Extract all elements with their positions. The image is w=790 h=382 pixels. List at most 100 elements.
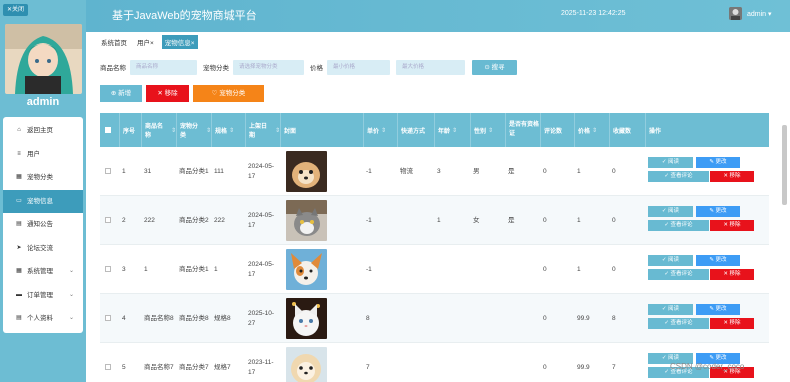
row-checkbox[interactable]: [105, 315, 111, 321]
menu-label: 论坛交流: [27, 244, 53, 252]
menu-item-pet-category[interactable]: ▦ 宠物分类: [3, 166, 83, 190]
tab-home[interactable]: 系统首页: [99, 35, 129, 49]
edit-button[interactable]: ✎ 更改: [696, 255, 740, 266]
cell-no: 3: [122, 265, 126, 273]
header-label: 快递方式: [401, 128, 426, 135]
add-button[interactable]: ⊕ 新增: [100, 85, 142, 102]
cell-price: 99.9: [577, 363, 590, 371]
cell-sex: [470, 343, 505, 382]
category-label: 宠物分类: [203, 65, 229, 72]
edit-button[interactable]: ✎ 更改: [696, 206, 740, 217]
pet-cover-image: [286, 151, 327, 192]
search-button[interactable]: ⊙ 搜寻: [472, 59, 517, 75]
view-comments-button[interactable]: ✓ 查看评论: [648, 269, 709, 280]
cell-cert: 是: [508, 216, 515, 224]
header-label: 商品名称: [145, 124, 164, 139]
table-row[interactable]: 4 商品名称8 商品分类8 规格8 2025-10-27 8 0 99.9 8 …: [100, 294, 769, 343]
chevron-down-icon: ⌄: [68, 291, 74, 298]
menu-item-home[interactable]: ⌂ 返回主页: [3, 119, 83, 143]
cell-cert: [505, 294, 540, 343]
menu-item-notice[interactable]: ▤ 通知公告: [3, 213, 83, 237]
row-checkbox[interactable]: [105, 266, 111, 272]
user-name: admin: [747, 11, 767, 18]
header-shipping[interactable]: 快递方式: [397, 113, 434, 147]
cell-date: 2024-05-17: [248, 260, 275, 278]
row-checkbox[interactable]: [105, 168, 111, 174]
cell-favorites: 8: [612, 314, 616, 322]
remove-button[interactable]: ✕ 移除: [710, 269, 754, 280]
view-button[interactable]: ✓ 阅读: [648, 255, 693, 266]
header-cert[interactable]: 是否有资格证: [505, 113, 540, 147]
cell-unit: -1: [366, 265, 372, 273]
name-input[interactable]: 商品名称: [130, 59, 197, 75]
header-unit[interactable]: 单价 ⇕: [363, 113, 397, 147]
table-row[interactable]: 2 222 商品分类2 222 2024-05-17 -1 1 女 是 0 1 …: [100, 196, 769, 245]
header-spec[interactable]: 规格 ⇕: [211, 113, 245, 147]
view-button[interactable]: ✓ 阅读: [648, 157, 693, 168]
header-age[interactable]: 年龄 ⇕: [434, 113, 470, 147]
menu-item-orders[interactable]: ▬ 订单管理 ⌄: [3, 284, 83, 308]
cell-price: 1: [577, 216, 581, 224]
edit-button[interactable]: ✎ 更改: [696, 304, 740, 315]
menu-item-forum[interactable]: ➤ 论坛交流: [3, 237, 83, 261]
row-checkbox[interactable]: [105, 364, 111, 370]
header-label: 宠物分类: [180, 124, 199, 139]
cell-sex: [470, 294, 505, 343]
tab-users[interactable]: 用户×: [135, 35, 156, 49]
cell-name: 31: [144, 167, 152, 175]
view-comments-button[interactable]: ✓ 查看评论: [648, 318, 709, 329]
edit-button[interactable]: ✎ 更改: [696, 157, 740, 168]
menu-item-profile[interactable]: ▤ 个人资料 ⌄: [3, 307, 83, 331]
cell-cover: [283, 147, 327, 196]
breadcrumb: 系统首页 用户× 宠物信息×: [99, 35, 198, 49]
menu-label: 返回主页: [27, 127, 53, 134]
view-comments-button[interactable]: ✓ 查看评论: [648, 171, 709, 182]
cell-category: 商品分类1: [179, 167, 209, 175]
menu-item-system[interactable]: ▦ 系统管理 ⌄: [3, 260, 83, 284]
price-max-input[interactable]: 最大价格: [396, 59, 465, 75]
view-button[interactable]: ✓ 阅读: [648, 206, 693, 217]
header-no[interactable]: 序号: [119, 113, 141, 147]
header-label: 单价: [367, 128, 380, 135]
cell-comments: 0: [543, 167, 547, 175]
view-button[interactable]: ✓ 阅读: [648, 304, 693, 315]
select-all-checkbox[interactable]: [105, 127, 111, 133]
row-checkbox[interactable]: [105, 217, 111, 223]
cell-cert: 是: [508, 167, 515, 175]
remove-button[interactable]: ✕ 移除: [710, 171, 754, 182]
pet-cover-image: [286, 298, 327, 339]
view-comments-button[interactable]: ✓ 查看评论: [648, 220, 709, 231]
header-favorites[interactable]: 收藏数: [609, 113, 645, 147]
tab-pet-info[interactable]: 宠物信息×: [161, 35, 198, 49]
user-menu[interactable]: admin ▾: [747, 10, 772, 18]
cell-cover: [283, 343, 327, 382]
table-row[interactable]: 5 商品名称7 商品分类7 规格7 2023-11-17 7 0 99.9 7 …: [100, 343, 769, 382]
close-sidebar-button[interactable]: ✕关闭: [3, 4, 28, 16]
menu-item-users[interactable]: ≡ 用户: [3, 143, 83, 167]
user-avatar[interactable]: [729, 7, 742, 20]
cell-unit: -1: [366, 167, 372, 175]
delete-button[interactable]: ✕ 移除: [146, 85, 189, 102]
sort-icon: ⇕: [592, 127, 598, 134]
header-name[interactable]: 商品名称 ⇕: [141, 113, 176, 147]
cell-comments: 0: [543, 314, 547, 322]
header-price[interactable]: 价格 ⇕: [574, 113, 609, 147]
datetime: 2025-11-23 12:42:25: [561, 10, 626, 17]
category-select[interactable]: 请选择宠物分类: [233, 59, 304, 75]
remove-button[interactable]: ✕ 移除: [710, 220, 754, 231]
menu-item-pet-info[interactable]: ▭ 宠物信息: [3, 189, 83, 213]
header-date[interactable]: 上架日期 ⇕: [245, 113, 280, 147]
search-bar: 商品名称 商品名称 宠物分类 请选择宠物分类 价格 最小价格 最大价格 ⊙ 搜寻: [100, 59, 517, 75]
price-min-input[interactable]: 最小价格: [327, 59, 390, 75]
header-category[interactable]: 宠物分类 ⇕: [176, 113, 211, 147]
cell-unit: 7: [366, 363, 370, 371]
cell-no: 2: [122, 216, 126, 224]
page-scrollbar[interactable]: [782, 125, 787, 205]
header-comments[interactable]: 评论数: [540, 113, 574, 147]
sort-icon: ⇕: [381, 127, 387, 134]
table-row[interactable]: 1 31 商品分类1 111 2024-05-17 -1 物流 3 男 是 0 …: [100, 147, 769, 196]
table-row[interactable]: 3 1 商品分类1 1 2024-05-17 -1 0 1 0 ✓ 阅读 ✎ 更…: [100, 245, 769, 294]
remove-button[interactable]: ✕ 移除: [710, 318, 754, 329]
header-sex[interactable]: 性别 ⇕: [470, 113, 505, 147]
pet-category-button[interactable]: ♡ 宠物分类: [193, 85, 264, 102]
